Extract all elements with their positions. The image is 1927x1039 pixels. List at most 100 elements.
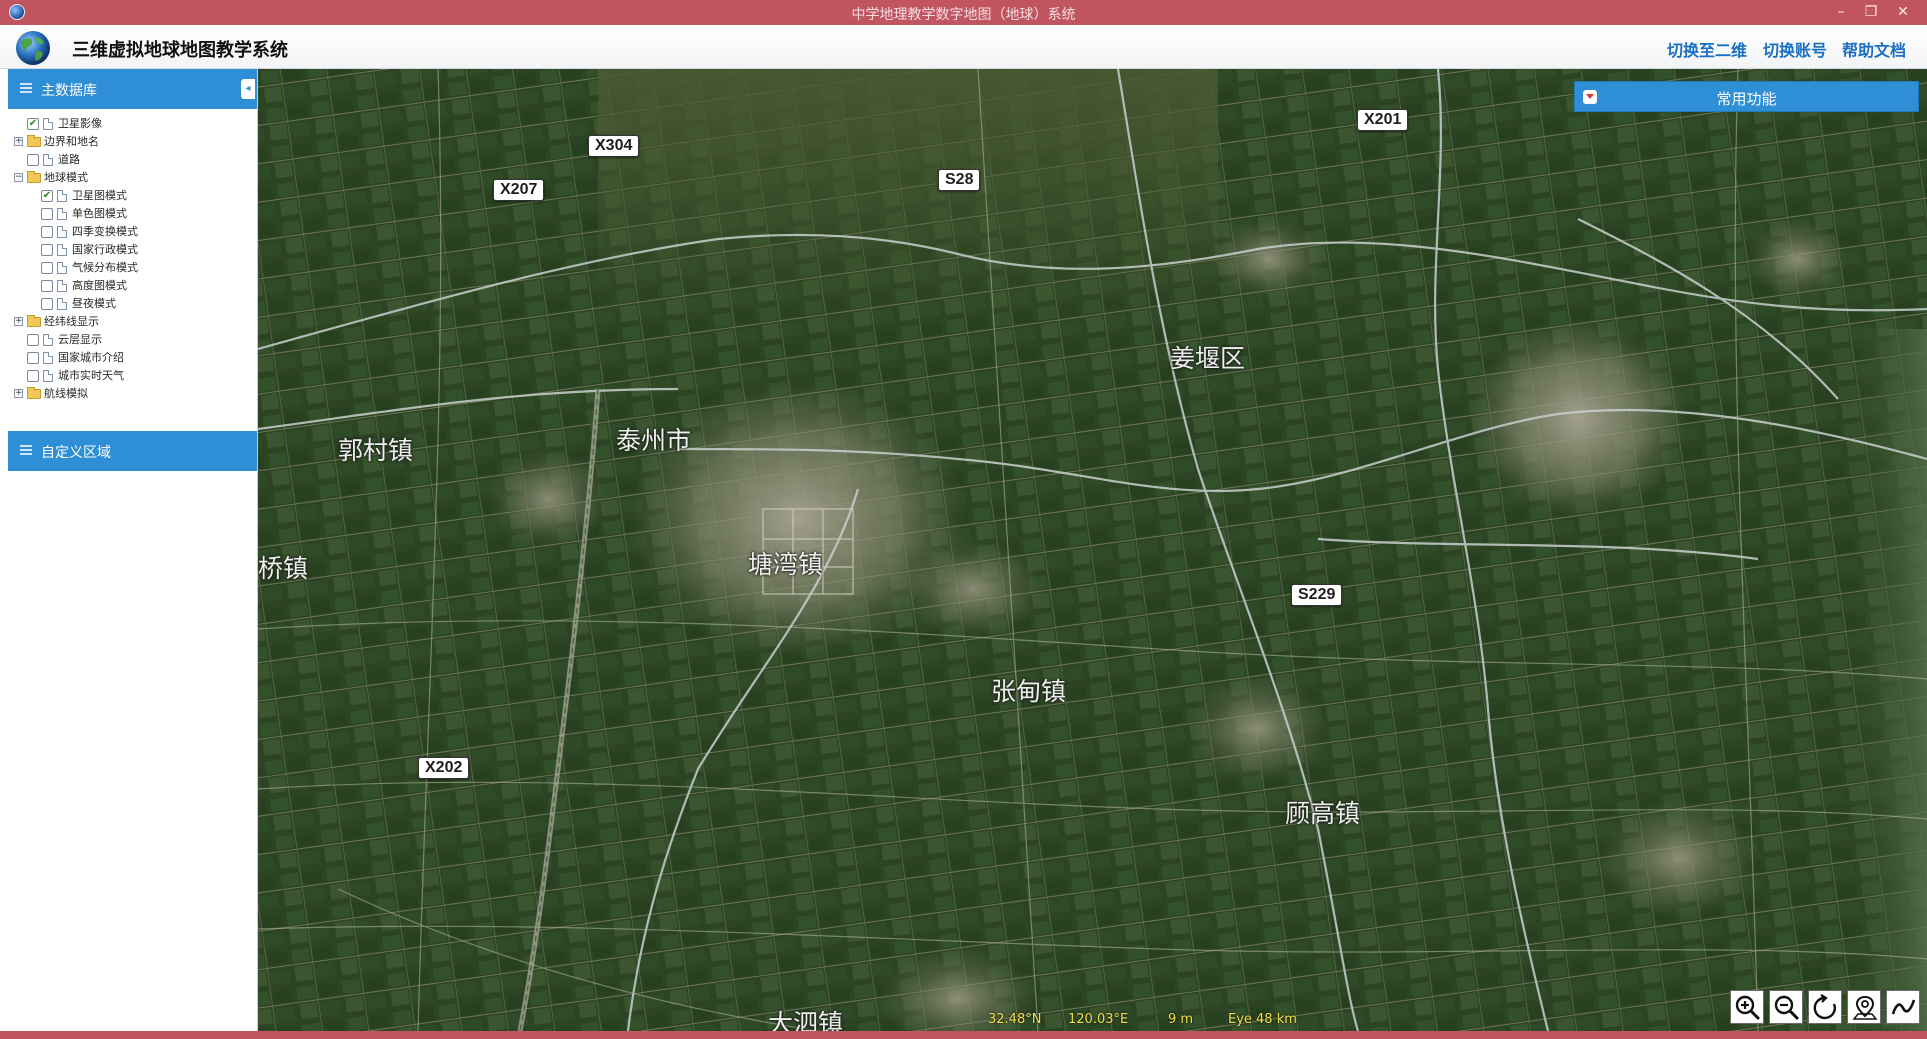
layer-tree-item[interactable]: 国家行政模式 (8, 241, 257, 259)
main-database-title: 主数据库 (41, 83, 97, 99)
checkbox[interactable] (27, 370, 39, 382)
switch-to-2d-link[interactable]: 切换至二维 (1667, 37, 1747, 61)
zoom-in-icon[interactable] (1730, 990, 1764, 1024)
layer-tree-item[interactable]: 城市实时天气 (8, 367, 257, 385)
document-icon (57, 208, 67, 220)
layer-tree-item[interactable]: ✔ 卫星影像 (8, 115, 257, 133)
pin-icon[interactable] (1847, 990, 1881, 1024)
layer-label: 地球模式 (44, 171, 88, 184)
document-icon (57, 262, 67, 274)
road-shield-x201: X201 (1357, 109, 1409, 131)
rotate-icon[interactable] (1808, 990, 1842, 1024)
checkbox[interactable] (27, 352, 39, 364)
checked-checkbox[interactable]: ✔ (41, 190, 53, 202)
longitude-readout: 120.03°E (1068, 1012, 1129, 1027)
layer-label: 航线模拟 (44, 387, 88, 400)
elevation-readout: 9 m (1168, 1012, 1194, 1027)
document-icon (43, 370, 53, 382)
layer-sidebar: 主数据库 ◂ ✔ 卫星影像 + 边界和地名道路 − 地球模式 ✔ 卫星图模式 单色图模式四季变换… (8, 69, 258, 1031)
document-icon (43, 334, 53, 346)
layer-label: 经纬线显示 (44, 315, 99, 328)
custom-region-header[interactable]: 自定义区域 (8, 431, 257, 471)
latitude-readout: 32.48°N (988, 1012, 1042, 1027)
layer-tree-item[interactable]: + 航线模拟 (8, 385, 257, 403)
close-icon[interactable]: ✕ (1888, 1, 1918, 23)
layer-label: 昼夜模式 (72, 297, 116, 310)
layer-label: 国家行政模式 (72, 243, 138, 256)
checkbox[interactable] (41, 208, 53, 220)
layer-label: 气候分布模式 (72, 261, 138, 274)
globe-map-view[interactable]: X304 X207 S28 X201 S229 X202 姜堰区 泰州市 郭村镇… (258, 69, 1927, 1031)
app-header: 三维虚拟地球地图教学系统 切换至二维 切换账号 帮助文档 (0, 25, 1927, 69)
road-shield-s28: S28 (938, 169, 981, 191)
layer-tree-item[interactable]: 四季变换模式 (8, 223, 257, 241)
layer-label: 道路 (58, 153, 80, 166)
checkbox[interactable] (41, 226, 53, 238)
layer-tree-item[interactable]: 单色图模式 (8, 205, 257, 223)
layer-tree-item[interactable]: 高度图模式 (8, 277, 257, 295)
expand-node-icon[interactable]: + (14, 389, 23, 398)
layer-tree: ✔ 卫星影像 + 边界和地名道路 − 地球模式 ✔ 卫星图模式 单色图模式四季变换模式 国家行政模… (8, 109, 257, 431)
layer-tree-item[interactable]: 国家城市介绍 (8, 349, 257, 367)
switch-account-link[interactable]: 切换账号 (1763, 37, 1827, 61)
zoom-out-icon[interactable] (1769, 990, 1803, 1024)
place-label-gugao: 顾高镇 (1285, 799, 1361, 828)
layer-tree-item[interactable]: + 经纬线显示 (8, 313, 257, 331)
layer-label: 国家城市介绍 (58, 351, 124, 364)
checkbox[interactable] (27, 334, 39, 346)
document-icon (57, 226, 67, 238)
place-label-zhangdian: 张甸镇 (991, 677, 1067, 706)
restore-icon[interactable]: ❐ (1856, 1, 1886, 23)
road-shield-x207: X207 (493, 179, 545, 201)
layer-tree-item[interactable]: 昼夜模式 (8, 295, 257, 313)
layer-label: 城市实时天气 (58, 369, 124, 382)
common-functions-panel[interactable]: 常用功能 (1574, 81, 1919, 112)
checkbox[interactable] (41, 298, 53, 310)
help-docs-link[interactable]: 帮助文档 (1842, 37, 1906, 61)
place-label-taizhou: 泰州市 (616, 426, 692, 455)
folder-icon (27, 171, 41, 183)
layer-label: 卫星影像 (58, 117, 102, 130)
layer-tree-item[interactable]: − 地球模式 (8, 169, 257, 187)
layer-label: 四季变换模式 (72, 225, 138, 238)
checkbox[interactable] (41, 280, 53, 292)
layer-tree-item[interactable]: 道路 (8, 151, 257, 169)
place-label-qiao: 桥镇 (258, 554, 309, 583)
document-icon (57, 244, 67, 256)
window-titlebar: 中学地理教学数字地图（地球）系统 – ❐ ✕ (0, 0, 1927, 25)
expand-node-icon[interactable]: + (14, 317, 23, 326)
checked-checkbox[interactable]: ✔ (27, 118, 39, 130)
road-shield-s229: S229 (1291, 584, 1343, 606)
layer-tree-item[interactable]: 云层显示 (8, 331, 257, 349)
eye-altitude-readout: Eye 48 km (1228, 1012, 1297, 1027)
globe-icon (16, 31, 50, 65)
place-label-jiangyan: 姜堰区 (1170, 344, 1246, 373)
checkbox[interactable] (41, 244, 53, 256)
folder-icon (27, 315, 41, 327)
road-shield-x304: X304 (588, 135, 640, 157)
collapse-node-icon[interactable]: − (14, 173, 23, 182)
folder-icon (27, 387, 41, 399)
document-icon (43, 118, 53, 130)
list-icon (20, 445, 32, 457)
place-label-tangwan: 塘湾镇 (748, 550, 824, 579)
measure-icon[interactable] (1886, 990, 1920, 1024)
main-database-header[interactable]: 主数据库 ◂ (8, 69, 257, 109)
layer-tree-item[interactable]: + 边界和地名 (8, 133, 257, 151)
checkbox[interactable] (27, 154, 39, 166)
minimize-icon[interactable]: – (1826, 1, 1856, 23)
place-label-dalun: 大泗镇 (768, 1009, 844, 1031)
layer-tree-item[interactable]: 气候分布模式 (8, 259, 257, 277)
layer-label: 云层显示 (58, 333, 102, 346)
layer-label: 高度图模式 (72, 279, 127, 292)
checkbox[interactable] (41, 262, 53, 274)
document-icon (57, 190, 67, 202)
road-shield-x202: X202 (418, 757, 470, 779)
document-icon (43, 154, 53, 166)
collapse-sidebar-button[interactable]: ◂ (241, 79, 255, 99)
expand-node-icon[interactable]: + (14, 137, 23, 146)
layer-label: 边界和地名 (44, 135, 99, 148)
layer-tree-item[interactable]: ✔ 卫星图模式 (8, 187, 257, 205)
common-functions-label: 常用功能 (1716, 90, 1777, 108)
custom-region-title: 自定义区域 (41, 445, 111, 461)
